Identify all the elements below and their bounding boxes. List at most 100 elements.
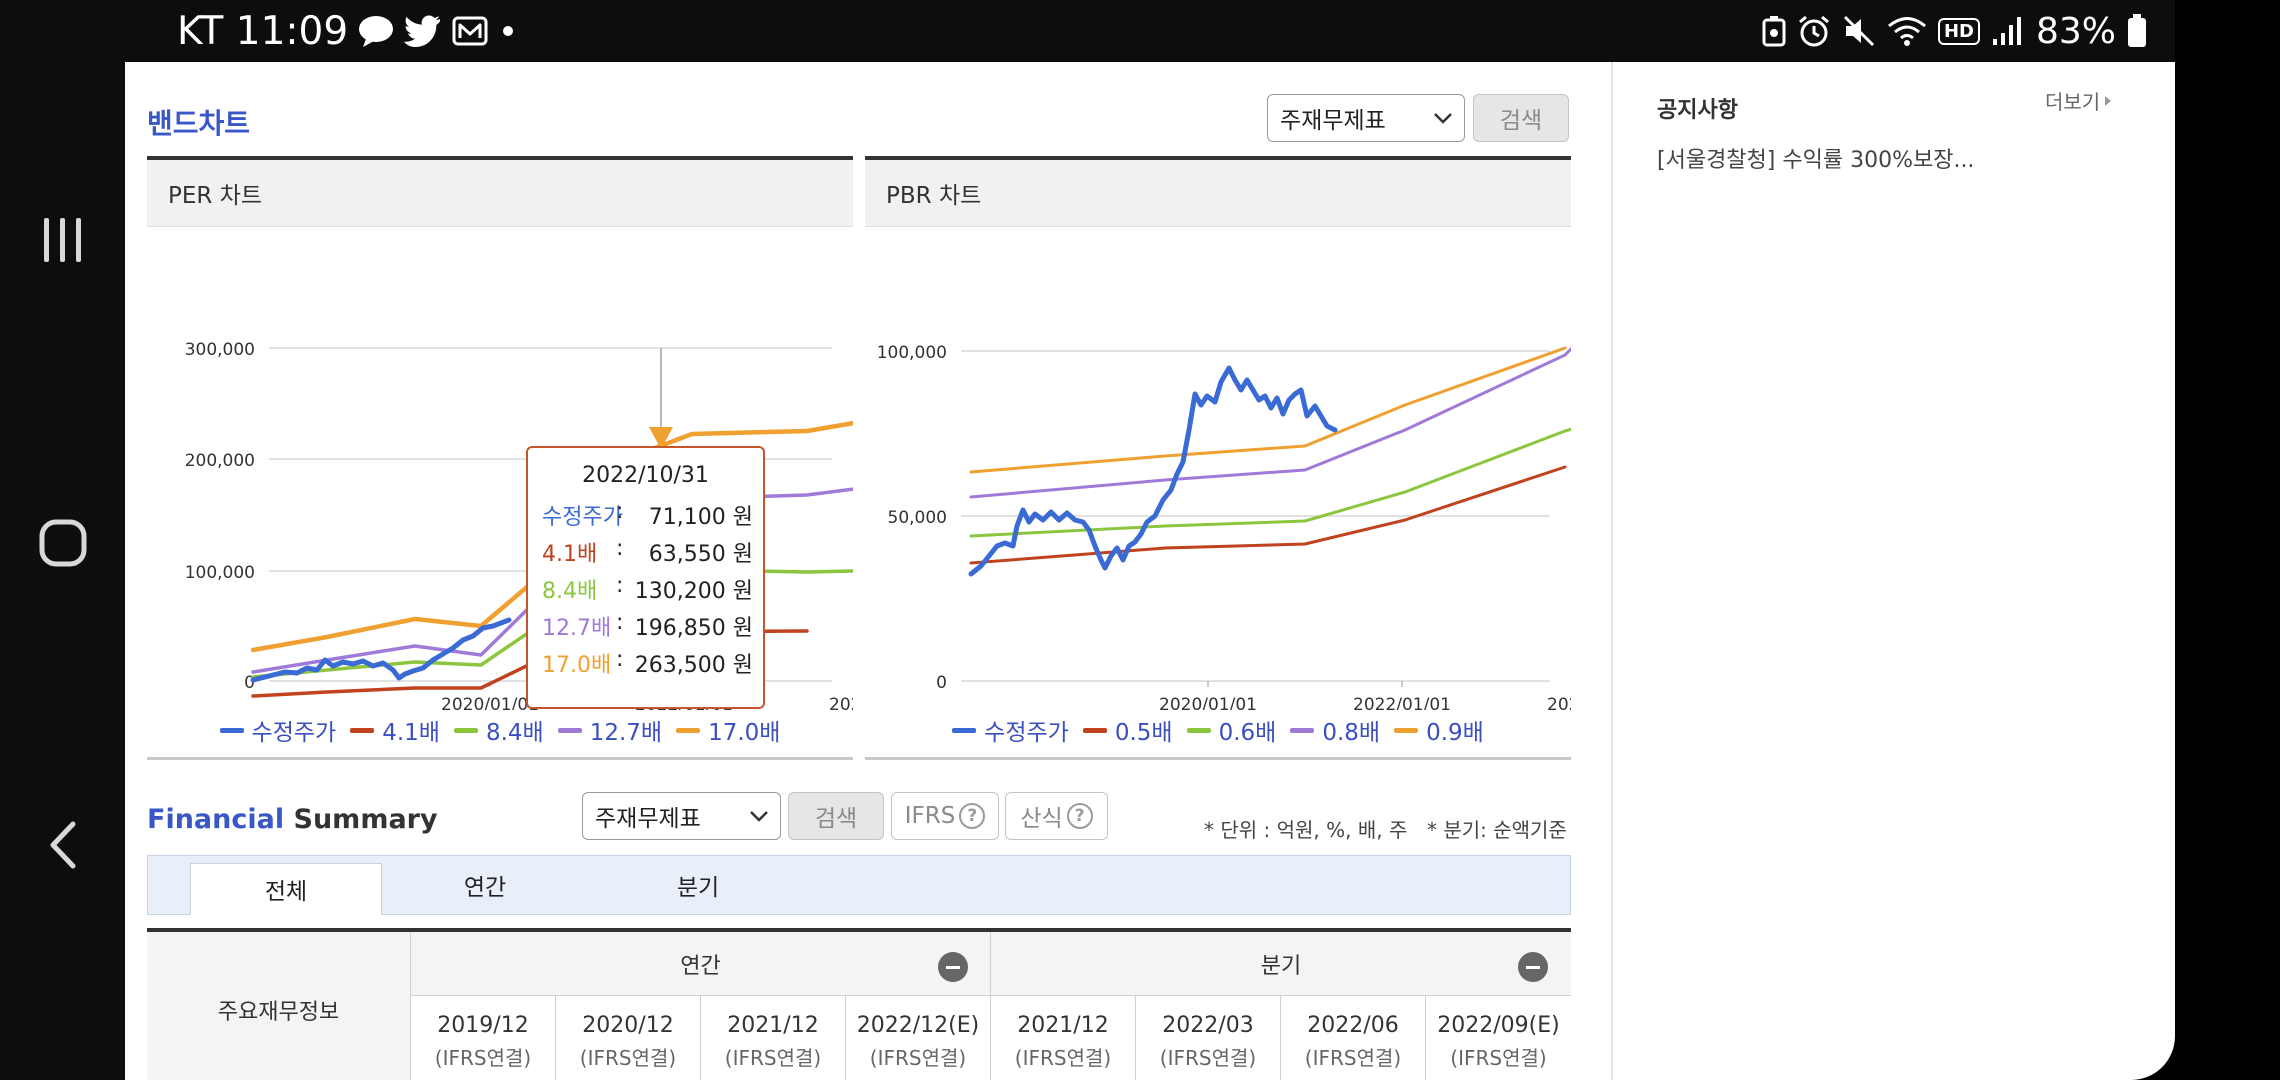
back-button[interactable]	[0, 785, 125, 905]
financial-summary-table: 주요재무정보 연간 분기 2019/12 (IFRS연결) 2020/12 (I…	[147, 928, 1571, 1080]
notice-item[interactable]: [서울경찰청] 수익률 300%보장...	[1657, 142, 1974, 174]
per-chart-panel: PER 차트 300,000 200,000 100,000 0 2020/01/01 2…	[147, 156, 853, 760]
legend-item[interactable]: 8.4배	[453, 713, 544, 747]
tooltip-value: 196,850 원	[634, 616, 753, 641]
formula-label: 산식	[1020, 806, 1063, 832]
legend-item[interactable]: 4.1배	[350, 713, 440, 747]
tooltip-separator: :	[616, 610, 624, 635]
collapse-quarter-button[interactable]	[1518, 952, 1548, 982]
period-column-header: 2022/09(E) (IFRS연결)	[1426, 996, 1571, 1080]
legend-label: 0.9배	[1426, 720, 1484, 746]
home-icon	[39, 519, 86, 567]
tab-quarter[interactable]: 분기	[613, 856, 783, 914]
notification-dot-icon	[503, 26, 514, 36]
fs-statement-select[interactable]: 주재무제표	[582, 792, 781, 840]
y-tick-label: 0	[936, 673, 947, 693]
wifi-icon	[1888, 17, 1926, 46]
caret-right-icon	[2105, 95, 2112, 106]
tooltip-separator: :	[616, 573, 624, 598]
legend-item[interactable]: 0.6배	[1186, 713, 1276, 747]
x-tick-label: 2022/01/01	[1353, 695, 1451, 710]
financial-summary-title: Financial Summary	[147, 804, 438, 835]
fs-search-button[interactable]: 검색	[788, 792, 884, 840]
formula-help-button[interactable]: 산식 ?	[1005, 792, 1108, 840]
band-chart-search-button[interactable]: 검색	[1473, 94, 1569, 142]
period-basis: (IFRS연결)	[724, 1045, 822, 1070]
band-chart-statement-select[interactable]: 주재무제표	[1267, 94, 1465, 142]
pbr-chart-panel: PBR 차트 100,000 50,000 0 2020/01/01 2022/01/0…	[865, 156, 1571, 760]
legend-item[interactable]: 0.5배	[1082, 713, 1173, 747]
annual-group-header: 연간	[411, 932, 991, 996]
legend-swatch	[1186, 727, 1211, 733]
legend-label: 0.8배	[1322, 720, 1381, 746]
legend-swatch	[1394, 727, 1419, 733]
x-tick-label: 2024/01/01	[829, 695, 853, 710]
quarter-note: * 분기: 순액기준	[1427, 818, 1567, 842]
tooltip-separator: :	[616, 647, 624, 672]
fs-select-value: 주재무제표	[595, 806, 701, 832]
tooltip-row: 4.1배 : 63,550 원	[542, 536, 753, 567]
tab-all[interactable]: 전체	[190, 863, 382, 915]
legend-item[interactable]: 0.9배	[1394, 713, 1484, 747]
recent-apps-button[interactable]	[0, 180, 125, 300]
fs-tab-bar: 전체 연간 분기	[147, 855, 1571, 915]
tooltip-value: 130,200 원	[634, 579, 753, 604]
tooltip-date: 2022/10/31	[582, 463, 709, 488]
tooltip-value: 63,550 원	[648, 542, 753, 567]
period-basis: (IFRS연결)	[869, 1045, 967, 1070]
legend-item[interactable]: 수정주가	[952, 713, 1069, 747]
system-nav-bar	[0, 0, 125, 1080]
hd-badge: HD	[1937, 17, 1980, 45]
pbr-chart-plot[interactable]: 100,000 50,000 0 2020/01/01 2022/01/01 2024/0…	[865, 230, 1571, 710]
period-label: 2021/12	[1017, 1012, 1109, 1038]
period-label: 2021/12	[727, 1012, 819, 1038]
period-column-header: 2020/12 (IFRS연결)	[556, 996, 701, 1080]
ifrs-help-button[interactable]: IFRS ?	[891, 792, 999, 840]
storage-icon	[1762, 16, 1786, 47]
period-label: 2019/12	[437, 1012, 529, 1038]
annual-group-label: 연간	[680, 953, 721, 979]
y-tick-label: 50,000	[888, 508, 947, 528]
legend-label: 12.7배	[589, 720, 663, 746]
question-icon: ?	[959, 803, 986, 829]
period-label: 2022/09(E)	[1437, 1012, 1560, 1038]
collapse-annual-button[interactable]	[938, 952, 968, 982]
mail-m-icon	[452, 16, 488, 46]
legend-item[interactable]: 17.0배	[676, 713, 780, 747]
fs-title-blue: Financial	[147, 804, 285, 835]
legend-item[interactable]: 수정주가	[219, 713, 336, 747]
legend-swatch	[1082, 727, 1107, 733]
web-page: 밴드차트 주재무제표 검색 PER 차트 300,000 200,000 100,0…	[125, 62, 2175, 1080]
legend-item[interactable]: 0.8배	[1290, 713, 1380, 747]
row-header-text: 주요재무정보	[217, 999, 340, 1025]
quarter-group-header: 분기	[991, 932, 1571, 996]
pbr-chart-header: PBR 차트	[865, 160, 1571, 227]
tooltip-series-label: 12.7배	[542, 616, 612, 641]
legend-swatch	[1290, 727, 1315, 733]
unit-note: * 단위 : 억원, %, 배, 주	[1204, 818, 1408, 842]
sidebar-divider	[1611, 62, 1613, 1080]
fs-title-dark: Summary	[293, 804, 438, 835]
period-column-header: 2022/06 (IFRS연결)	[1281, 996, 1426, 1080]
legend-item[interactable]: 12.7배	[557, 713, 663, 747]
legend-swatch	[952, 727, 977, 733]
period-column-header: 2019/12 (IFRS연결)	[411, 996, 556, 1080]
tooltip-series-label: 4.1배	[542, 542, 598, 567]
back-icon	[50, 821, 75, 869]
chevron-down-icon	[1434, 113, 1452, 124]
question-icon: ?	[1066, 803, 1093, 829]
legend-swatch	[219, 727, 244, 733]
tooltip-separator: :	[616, 536, 624, 561]
row-header-label: 주요재무정보	[147, 932, 411, 1080]
period-basis: (IFRS연결)	[1450, 1045, 1547, 1070]
period-column-header: 2021/12 (IFRS연결)	[701, 996, 846, 1080]
tooltip-series-label: 8.4배	[542, 579, 598, 604]
chevron-down-icon	[750, 811, 768, 822]
home-button[interactable]	[0, 483, 125, 603]
notice-more-link[interactable]: 더보기	[2045, 86, 2112, 115]
tooltip-row: 12.7배 : 196,850 원	[542, 610, 753, 641]
per-chart-header: PER 차트	[147, 160, 853, 227]
legend-label: 수정주가	[984, 720, 1069, 746]
tab-annual[interactable]: 연간	[400, 856, 570, 914]
y-tick-label: 300,000	[185, 340, 255, 360]
